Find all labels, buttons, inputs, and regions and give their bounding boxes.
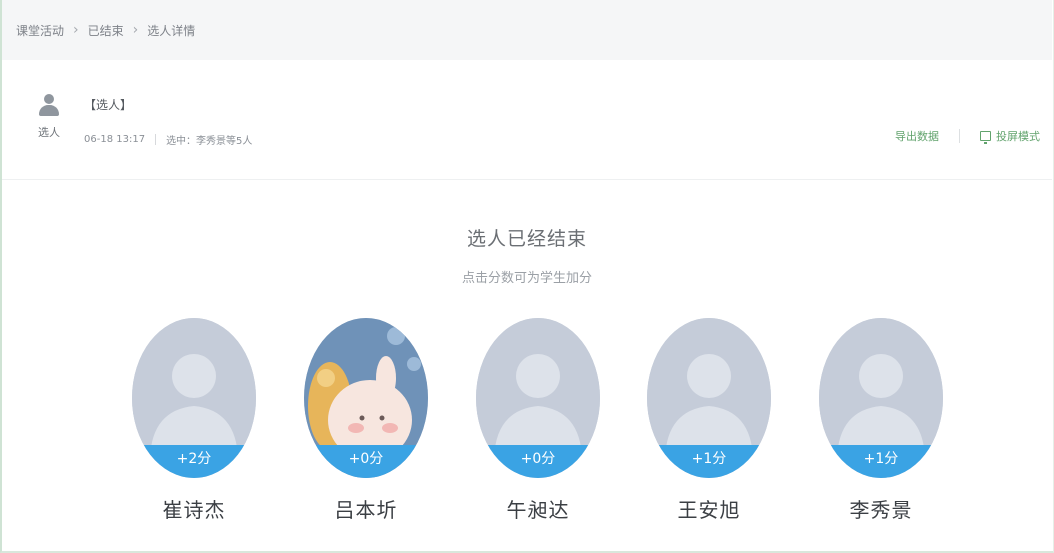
activity-header: 选人 【选人】 06-18 13:17 选中：李秀景等5人 导出数据 投屏模式 <box>2 60 1052 180</box>
student-name: 崔诗杰 <box>162 498 226 522</box>
student-name: 王安旭 <box>677 498 741 522</box>
student-avatar[interactable]: +1分 <box>647 318 771 478</box>
student-name: 吕本圻 <box>334 498 398 522</box>
student-avatar[interactable]: +0分 <box>304 318 428 478</box>
header-actions: 导出数据 投屏模式 <box>895 128 1040 144</box>
student-card: +1分 李秀景 <box>817 318 945 523</box>
student-avatar[interactable]: +2分 <box>132 318 256 478</box>
student-avatar[interactable]: +0分 <box>476 318 600 478</box>
score-button[interactable]: +2分 <box>132 445 256 478</box>
breadcrumb-current: 选人详情 <box>147 23 196 38</box>
breadcrumb-classroom-activity[interactable]: 课堂活动 <box>16 22 64 39</box>
student-name: 李秀景 <box>849 498 913 522</box>
score-button[interactable]: +0分 <box>476 445 600 478</box>
score-button[interactable]: +1分 <box>647 445 771 478</box>
student-list: +2分 崔诗杰 +0分 吕本圻 +0分 午昶达 +1分 王安旭 +1分 李秀景 <box>0 318 1054 538</box>
projection-mode-button[interactable]: 投屏模式 <box>980 128 1040 144</box>
export-data-button[interactable]: 导出数据 <box>895 128 939 144</box>
result-hint: 点击分数可为学生加分 <box>461 271 592 286</box>
activity-title: 【选人】 <box>84 98 133 112</box>
activity-type: 选人 <box>34 94 64 140</box>
activity-time: 06-18 13:17 <box>84 134 146 145</box>
student-avatar[interactable]: +1分 <box>819 318 943 478</box>
result-title: 选人已经结束 <box>466 228 587 250</box>
score-button[interactable]: +0分 <box>304 445 428 478</box>
score-button[interactable]: +1分 <box>819 445 943 478</box>
student-card: +0分 午昶达 <box>474 318 602 523</box>
chevron-right-icon: › <box>132 22 139 38</box>
user-icon <box>38 94 60 120</box>
divider <box>155 134 157 145</box>
activity-meta: 06-18 13:17 选中：李秀景等5人 <box>84 132 252 147</box>
student-card: +0分 吕本圻 <box>302 318 430 523</box>
activity-type-label: 选人 <box>38 126 60 139</box>
activity-note: 选中：李秀景等5人 <box>166 136 253 147</box>
screen-icon <box>980 131 991 144</box>
student-card: +2分 崔诗杰 <box>130 318 258 523</box>
chevron-right-icon: › <box>73 22 79 38</box>
breadcrumb: 课堂活动 › 已结束 › 选人详情 <box>2 0 1052 60</box>
student-card: +1分 王安旭 <box>645 318 773 523</box>
projection-mode-label: 投屏模式 <box>996 130 1040 143</box>
breadcrumb-ended[interactable]: 已结束 <box>88 22 124 39</box>
divider <box>959 129 960 143</box>
student-name: 午昶达 <box>506 498 570 522</box>
